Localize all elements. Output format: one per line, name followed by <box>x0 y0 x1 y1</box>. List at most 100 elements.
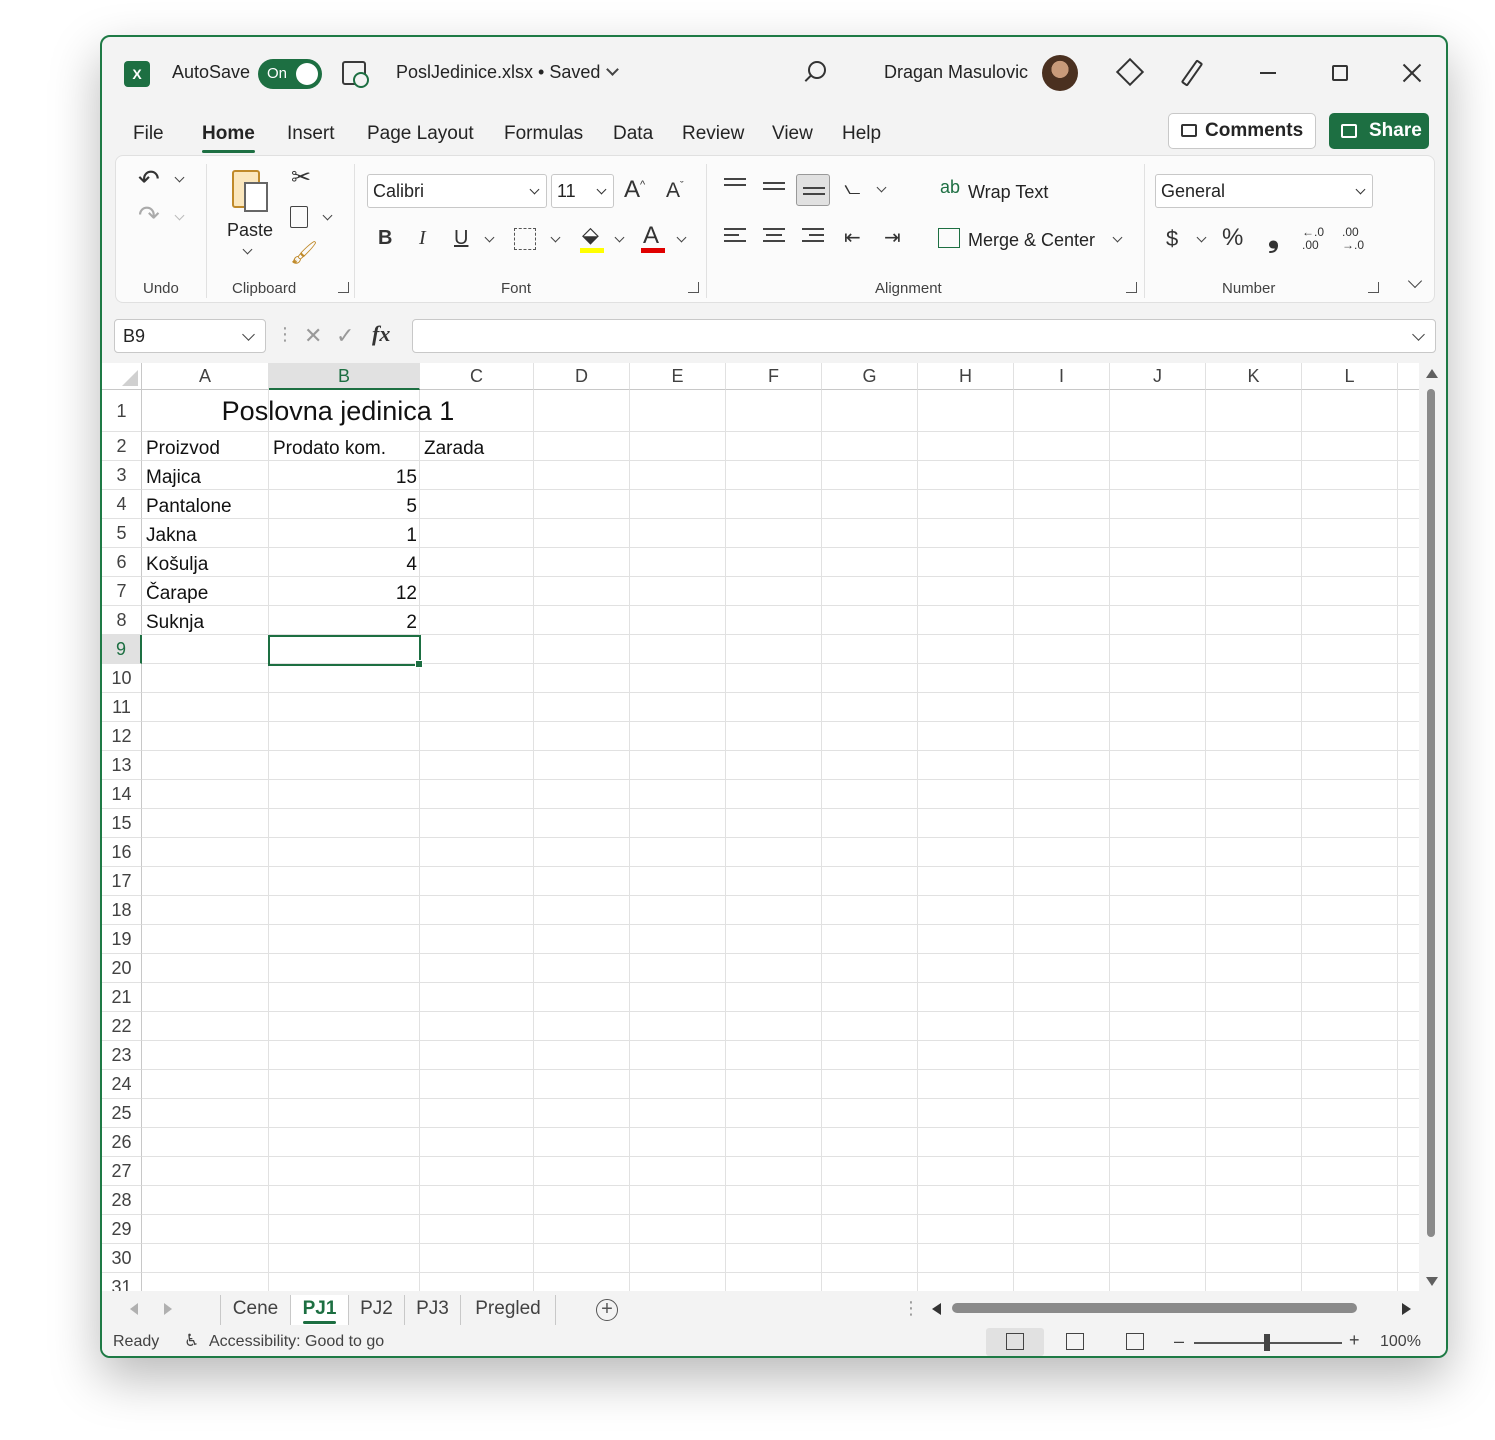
row-header-29[interactable]: 29 <box>102 1215 142 1244</box>
row-header-12[interactable]: 12 <box>102 722 142 751</box>
spreadsheet-grid[interactable]: A B C D E F G H I J K L 1 2 3 4 5 6 7 8 9 10 11 12 1… <box>102 363 1419 1291</box>
collapse-ribbon-icon[interactable] <box>1407 273 1423 289</box>
cell-b5[interactable]: 1 <box>269 521 417 550</box>
number-launcher-icon[interactable] <box>1368 282 1379 293</box>
accessibility-status[interactable]: Accessibility: Good to go <box>209 1333 384 1351</box>
bold-button[interactable]: B <box>378 228 392 248</box>
sheet-tab-cene[interactable]: Cene <box>220 1295 290 1325</box>
name-box[interactable]: B9 <box>114 319 266 353</box>
row-header-21[interactable]: 21 <box>102 983 142 1012</box>
redo-icon[interactable]: ↷ <box>138 202 160 228</box>
next-sheet-icon[interactable] <box>164 1303 172 1315</box>
pen-icon[interactable] <box>1180 59 1204 87</box>
underline-button[interactable]: U <box>454 228 468 248</box>
cell-b8[interactable]: 2 <box>269 608 417 637</box>
decrease-decimal-button[interactable]: .00 →.0 <box>1342 226 1374 252</box>
alignment-launcher-icon[interactable] <box>1126 282 1137 293</box>
row-header-28[interactable]: 28 <box>102 1186 142 1215</box>
row-header-8[interactable]: 8 <box>102 606 142 635</box>
column-header-d[interactable]: D <box>534 363 630 390</box>
page-break-view-button[interactable] <box>1106 1328 1164 1356</box>
tab-review[interactable]: Review <box>682 123 744 145</box>
merge-center-button[interactable]: Merge & Center <box>968 230 1095 251</box>
shrink-font-icon[interactable]: Aˇ <box>666 180 684 201</box>
font-name-select[interactable]: Calibri <box>367 174 547 208</box>
more-options-icon[interactable]: ⋮ <box>276 325 294 343</box>
cell-b6[interactable]: 4 <box>269 550 417 579</box>
column-header-a[interactable]: A <box>142 363 269 390</box>
currency-dropdown-icon[interactable] <box>1196 232 1207 243</box>
column-header-b[interactable]: B <box>269 363 420 390</box>
row-header-4[interactable]: 4 <box>102 490 142 519</box>
cell-a5[interactable]: Jakna <box>146 521 197 550</box>
formula-input[interactable] <box>412 319 1436 353</box>
vertical-scrollbar-thumb[interactable] <box>1427 389 1435 1237</box>
premium-diamond-icon[interactable] <box>1115 57 1145 87</box>
row-header-22[interactable]: 22 <box>102 1012 142 1041</box>
align-center-icon[interactable] <box>763 228 785 244</box>
font-launcher-icon[interactable] <box>688 282 699 293</box>
tab-view[interactable]: View <box>772 123 813 145</box>
save-sync-icon[interactable] <box>342 61 369 88</box>
column-header-l[interactable]: L <box>1302 363 1398 390</box>
add-sheet-button[interactable]: + <box>596 1299 618 1321</box>
increase-decimal-button[interactable]: ←.0 .00 <box>1302 226 1334 252</box>
borders-dropdown-icon[interactable] <box>550 232 561 243</box>
orientation-dropdown-icon[interactable] <box>876 182 887 193</box>
horizontal-scrollbar-thumb[interactable] <box>952 1303 1357 1313</box>
align-middle-icon[interactable] <box>763 182 785 198</box>
undo-icon[interactable]: ↶ <box>138 166 160 192</box>
align-bottom-button[interactable] <box>796 174 830 206</box>
comments-button[interactable]: Comments <box>1168 113 1316 149</box>
column-header-i[interactable]: I <box>1014 363 1110 390</box>
comma-button[interactable]: ❟ <box>1268 224 1279 252</box>
cell-b7[interactable]: 12 <box>269 579 417 608</box>
copy-dropdown-icon[interactable] <box>322 210 333 221</box>
borders-icon[interactable] <box>514 228 536 250</box>
cell-a2[interactable]: Proizvod <box>146 434 220 463</box>
italic-button[interactable]: I <box>419 228 426 248</box>
column-header-k[interactable]: K <box>1206 363 1302 390</box>
row-header-17[interactable]: 17 <box>102 867 142 896</box>
tab-data[interactable]: Data <box>613 123 653 145</box>
sheet-tab-pj3[interactable]: PJ3 <box>404 1295 460 1325</box>
avatar[interactable] <box>1042 55 1078 91</box>
cell-b3[interactable]: 15 <box>269 463 417 492</box>
wrap-text-button[interactable]: Wrap Text <box>968 182 1048 203</box>
normal-view-button[interactable] <box>986 1328 1044 1356</box>
row-header-5[interactable]: 5 <box>102 519 142 548</box>
cut-icon[interactable]: ✂ <box>291 166 311 190</box>
row-header-3[interactable]: 3 <box>102 461 142 490</box>
row-header-11[interactable]: 11 <box>102 693 142 722</box>
format-painter-icon[interactable]: 🖌 <box>290 242 318 264</box>
number-format-select[interactable]: General <box>1155 174 1373 208</box>
cell-a7[interactable]: Čarape <box>146 579 208 608</box>
zoom-slider-thumb[interactable] <box>1264 1334 1270 1351</box>
paste-label[interactable]: Paste <box>227 220 273 241</box>
row-header-27[interactable]: 27 <box>102 1157 142 1186</box>
close-button[interactable] <box>1402 63 1422 83</box>
row-header-25[interactable]: 25 <box>102 1099 142 1128</box>
sheet-tab-pj2[interactable]: PJ2 <box>348 1295 404 1325</box>
confirm-entry-icon[interactable]: ✓ <box>336 325 354 347</box>
orientation-icon[interactable]: ⦦ <box>844 178 860 198</box>
row-header-6[interactable]: 6 <box>102 548 142 577</box>
grow-font-icon[interactable]: A^ <box>624 178 645 202</box>
underline-dropdown-icon[interactable] <box>484 232 495 243</box>
row-header-18[interactable]: 18 <box>102 896 142 925</box>
maximize-button[interactable] <box>1332 65 1348 81</box>
cell-a8[interactable]: Suknja <box>146 608 204 637</box>
copy-icon[interactable] <box>290 206 308 228</box>
font-size-select[interactable]: 11 <box>551 174 614 208</box>
expand-formula-icon[interactable] <box>1412 328 1425 341</box>
scroll-down-icon[interactable] <box>1426 1277 1438 1286</box>
insert-function-button[interactable]: fx <box>372 323 390 345</box>
row-header-9[interactable]: 9 <box>102 635 142 664</box>
tab-help[interactable]: Help <box>842 123 881 145</box>
row-header-14[interactable]: 14 <box>102 780 142 809</box>
row-header-7[interactable]: 7 <box>102 577 142 606</box>
align-top-icon[interactable] <box>724 178 746 194</box>
paste-dropdown-icon[interactable] <box>242 244 253 255</box>
merge-dropdown-icon[interactable] <box>1112 232 1123 243</box>
zoom-out-button[interactable]: – <box>1174 1331 1184 1352</box>
